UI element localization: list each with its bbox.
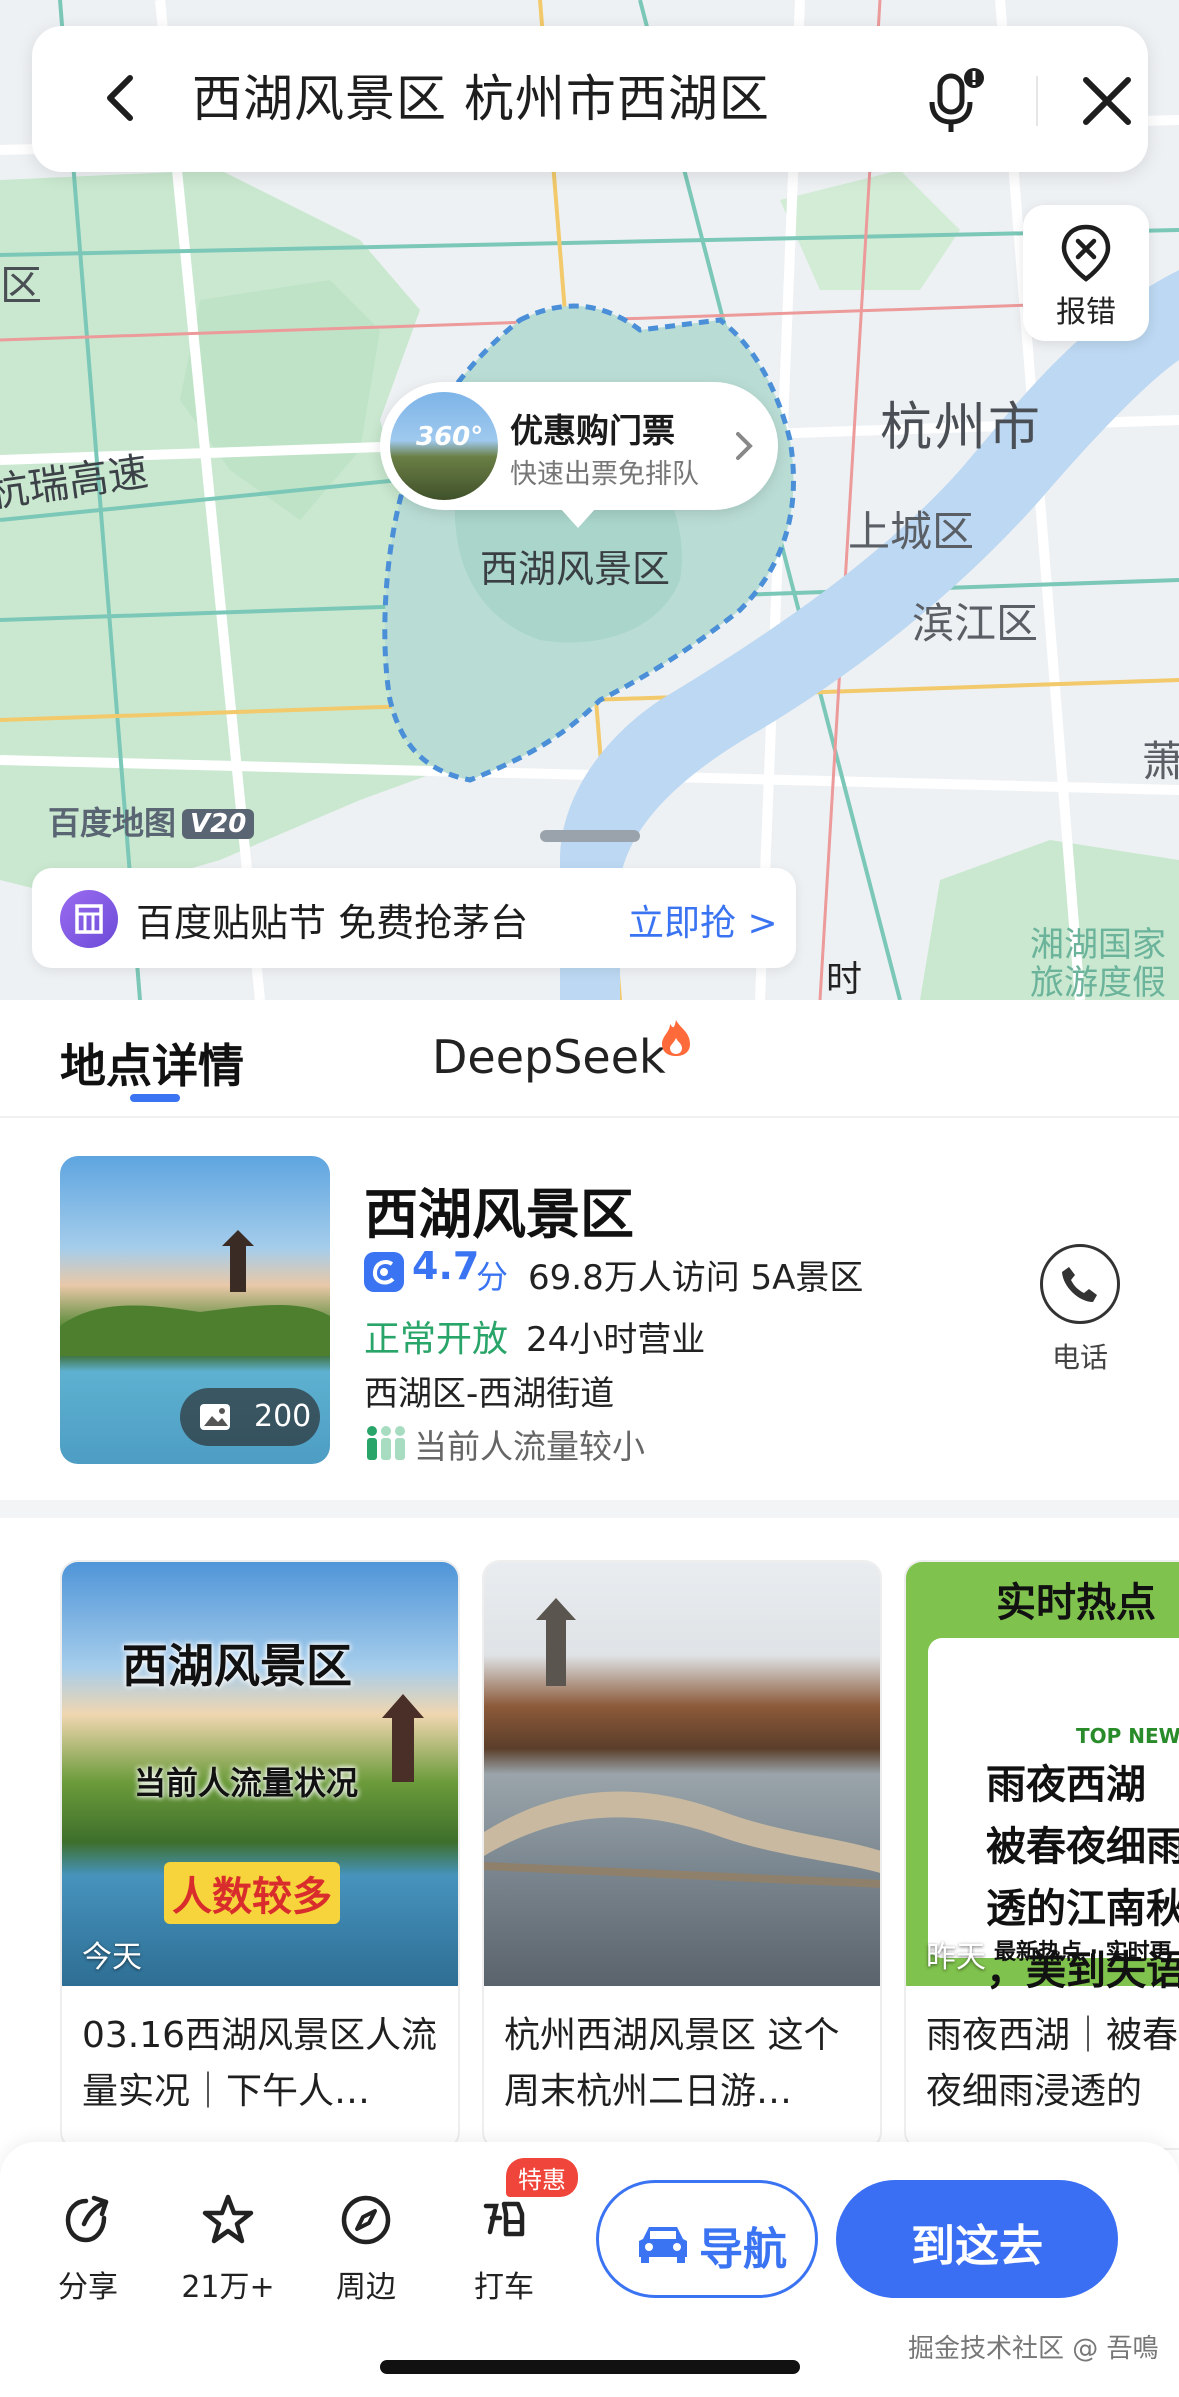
card-overlay-title: 西湖风景区 <box>122 1639 352 1693</box>
share-button[interactable]: 分享 <box>38 2192 138 2306</box>
panel-drag-handle[interactable] <box>540 830 640 842</box>
navigate-button[interactable]: 导航 <box>596 2180 818 2298</box>
share-icon <box>65 2195 109 2243</box>
promo-banner[interactable]: 百度贴贴节 免费抢茅台 立即抢 > <box>32 868 796 968</box>
fire-icon <box>662 1020 690 1056</box>
card-overlay-panel: TOP NEWS 雨夜西湖 被春夜细雨 透的江南秋 ，美到失语 <box>928 1638 1179 1994</box>
content-card[interactable]: 杭州西湖风景区 这个周末杭州二日游… <box>482 1560 882 2150</box>
taxi-label: 打车 <box>474 2270 534 2305</box>
map-logo-version: V20 <box>182 809 255 839</box>
search-bar[interactable]: 西湖风景区 杭州市西湖区 <box>32 26 1148 172</box>
tab-bar: 地点详情 DeepSeek <box>0 1000 1179 1118</box>
content-card[interactable]: 西湖风景区 当前人流量状况 人数较多 今天 03.16西湖风景区人流量实况｜下午… <box>60 1560 460 2150</box>
visits-and-level: 69.8万人访问 5A景区 <box>528 1258 864 1298</box>
panorama-badge: 360° <box>416 422 484 452</box>
phone-label: 电话 <box>1052 1341 1109 1374</box>
map-logo: 百度地图 V20 <box>48 798 255 844</box>
detail-panel: 地点详情 DeepSeek 200 西湖风景区 4.7 分 69.8万人访问 5… <box>0 1000 1179 2397</box>
card-image: 实时热点 TOP NEWS 雨夜西湖 被春夜细雨 透的江南秋 ，美到失语 最新热… <box>906 1562 1179 1994</box>
map-label-scenic[interactable]: 湘湖国家 旅游度假 <box>1030 926 1166 1000</box>
content-card[interactable]: 实时热点 TOP NEWS 雨夜西湖 被春夜细雨 透的江南秋 ，美到失语 最新热… <box>904 1560 1179 2150</box>
poi-summary-card[interactable]: 200 西湖风景区 4.7 分 69.8万人访问 5A景区 正常开放 24小时营… <box>0 1118 1179 1500</box>
shop-icon <box>60 890 118 948</box>
microphone-icon[interactable] <box>912 62 992 142</box>
card-date: 今天 <box>82 1940 142 1975</box>
photo-count-value: 200 <box>254 1399 312 1434</box>
poi-photo[interactable]: 200 <box>60 1156 330 1464</box>
card-title: 03.16西湖风景区人流量实况｜下午人… <box>82 2015 438 2112</box>
chevron-right-icon <box>736 432 753 460</box>
tab-place-details[interactable]: 地点详情 <box>60 1030 244 1096</box>
search-query-text[interactable]: 西湖风景区 杭州市西湖区 <box>192 66 770 132</box>
card-image <box>484 1562 880 1986</box>
favorite-count-label: 21万+ <box>181 2270 275 2305</box>
card-overlay-subtitle: 当前人流量状况 <box>134 1764 359 1802</box>
taxi-button[interactable]: 打车 <box>454 2192 554 2306</box>
open-status: 正常开放 <box>364 1319 509 1360</box>
map-label-district-binjiang[interactable]: 滨江区 <box>912 590 1038 651</box>
promo-action-link[interactable]: 立即抢 > <box>628 894 778 946</box>
map-logo-text: 百度地图 <box>48 804 177 842</box>
map-label-scenic-line2: 旅游度假 <box>1030 963 1166 1000</box>
bottom-action-bar: 分享 21万+ 周边 打车 特惠 导航 到这去 掘金技术社区 @ 吾鳴 <box>0 2142 1179 2397</box>
card-overlay-news: TOP NEWS <box>1076 1724 1179 1748</box>
phone-button[interactable] <box>1040 1244 1120 1324</box>
taxi-discount-badge: 特惠 <box>506 2158 578 2197</box>
nearby-label: 周边 <box>336 2270 396 2305</box>
star-icon <box>202 2194 254 2244</box>
bridge-illustration <box>484 1598 880 1888</box>
share-label: 分享 <box>58 2270 118 2305</box>
map-view[interactable]: 区 杭州市 上城区 滨江区 杭瑞高速 萧 时 湘湖国家 旅游度假 西湖风景区 杭… <box>0 0 1179 1000</box>
report-error-label: 报错 <box>1056 295 1116 330</box>
map-poi-label[interactable]: 西湖风景区 <box>480 538 670 593</box>
poi-name: 西湖风景区 <box>364 1183 634 1246</box>
taxi-icon <box>483 2201 525 2237</box>
crowd-status: 当前人流量较小 <box>414 1427 645 1466</box>
poi-address[interactable]: 西湖区-西湖街道 <box>364 1366 614 1415</box>
photo-count-badge[interactable]: 200 <box>180 1388 320 1446</box>
map-label-edge-bottom: 时 <box>826 959 863 1000</box>
promo-text: 百度贴贴节 免费抢茅台 <box>136 901 529 945</box>
map-label-city[interactable]: 杭州市 <box>880 385 1042 460</box>
search-divider <box>1036 76 1038 126</box>
opening-hours: 24小时营业 <box>526 1320 706 1360</box>
ticket-title: 优惠购门票 <box>510 411 675 450</box>
car-icon <box>639 2227 687 2263</box>
report-error-button[interactable]: 报错 <box>1023 205 1149 341</box>
card-overlay-hot-topic: 实时热点 <box>996 1580 1156 1626</box>
map-label-edge-right: 萧 <box>1142 737 1179 786</box>
card-title: 杭州西湖风景区 这个周末杭州二日游… <box>504 2015 840 2112</box>
phone-icon <box>1062 1267 1097 1302</box>
location-error-icon <box>1061 224 1111 282</box>
nearby-button[interactable]: 周边 <box>316 2192 416 2306</box>
tab-active-indicator <box>130 1094 180 1102</box>
navigate-label: 导航 <box>699 2224 787 2275</box>
rating-score[interactable]: 4.7 <box>412 1244 479 1288</box>
section-divider <box>0 1500 1179 1518</box>
rating-brand-icon <box>364 1252 404 1292</box>
image-icon <box>200 1404 230 1430</box>
crowd-icon <box>367 1426 405 1460</box>
ticket-promo-bubble[interactable]: 360° 优惠购门票 快速出票免排队 <box>380 382 778 528</box>
back-icon[interactable] <box>92 68 152 128</box>
card-image: 西湖风景区 当前人流量状况 人数较多 今天 <box>62 1562 458 1986</box>
home-indicator[interactable] <box>380 2360 800 2374</box>
rating-unit: 分 <box>476 1258 509 1296</box>
tab-deepseek[interactable]: DeepSeek <box>432 1030 666 1084</box>
close-icon[interactable] <box>1072 66 1142 136</box>
go-here-label: 到这去 <box>911 2221 1043 2272</box>
watermark: 掘金技术社区 @ 吾鳴 <box>908 2334 1159 2364</box>
ticket-subtitle: 快速出票免排队 <box>510 459 699 490</box>
card-overlay-tag: 人数较多 <box>164 1862 340 1924</box>
card-overlay-strip: 最新热点 · 实时更 <box>994 1940 1172 1965</box>
favorite-button[interactable]: 21万+ <box>178 2192 278 2306</box>
panorama-thumbnail: 360° <box>390 392 498 500</box>
map-label-edge-left: 区 <box>0 261 43 310</box>
compass-icon <box>341 2195 391 2245</box>
card-title: 雨夜西湖｜被春夜细雨浸透的江… <box>926 2015 1179 2112</box>
go-here-button[interactable]: 到这去 <box>836 2180 1118 2298</box>
map-label-district-shangcheng[interactable]: 上城区 <box>848 498 974 559</box>
card-date: 昨天 <box>926 1940 986 1975</box>
map-label-scenic-line1: 湘湖国家 <box>1030 925 1166 965</box>
